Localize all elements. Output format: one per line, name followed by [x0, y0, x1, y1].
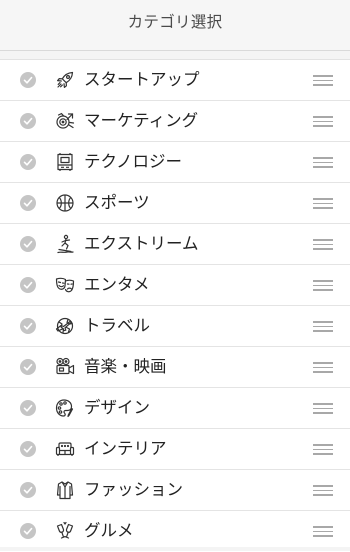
category-row-entertainment[interactable]: エンタメ — [0, 265, 350, 306]
category-label: テクノロジー — [84, 152, 183, 171]
category-label: インテリア — [84, 439, 167, 458]
drag-handle-icon[interactable] — [313, 526, 333, 537]
category-row-travel[interactable]: トラベル — [0, 306, 350, 347]
sofa-icon — [55, 439, 75, 459]
checkmark-icon[interactable] — [20, 113, 36, 129]
rocket-icon — [55, 70, 75, 90]
page-title: カテゴリ選択 — [127, 13, 223, 31]
checkmark-icon[interactable] — [20, 359, 36, 375]
movie-camera-icon — [55, 357, 75, 377]
shirt-icon — [55, 480, 75, 500]
checkmark-icon[interactable] — [20, 154, 36, 170]
drag-handle-icon[interactable] — [313, 321, 333, 332]
category-label: 音楽・映画 — [84, 357, 167, 376]
checkmark-icon[interactable] — [20, 482, 36, 498]
sports-ball-icon — [55, 193, 75, 213]
checkmark-icon[interactable] — [20, 277, 36, 293]
checkmark-icon[interactable] — [20, 318, 36, 334]
category-label: トラベル — [84, 316, 150, 335]
category-row-fashion[interactable]: ファッション — [0, 470, 350, 511]
checkmark-icon[interactable] — [20, 523, 36, 539]
technology-icon — [55, 152, 75, 172]
theater-masks-icon — [55, 275, 75, 295]
drag-handle-icon[interactable] — [313, 239, 333, 250]
checkmark-icon[interactable] — [20, 72, 36, 88]
drag-handle-icon[interactable] — [313, 403, 333, 414]
checkmark-icon[interactable] — [20, 400, 36, 416]
drag-handle-icon[interactable] — [313, 485, 333, 496]
drag-handle-icon[interactable] — [313, 198, 333, 209]
category-row-extreme[interactable]: エクストリーム — [0, 224, 350, 265]
category-list: スタートアップ マーケティング テクノロジー スポーツ エクストリーム エンタメ… — [0, 59, 350, 552]
navigation-header: カテゴリ選択 — [0, 0, 350, 51]
checkmark-icon[interactable] — [20, 441, 36, 457]
category-row-design[interactable]: デザイン — [0, 388, 350, 429]
drag-handle-icon[interactable] — [313, 280, 333, 291]
category-label: エンタメ — [84, 275, 150, 294]
category-label: マーケティング — [84, 111, 199, 130]
drag-handle-icon[interactable] — [313, 444, 333, 455]
list-footer-space — [0, 547, 350, 551]
wine-glasses-icon — [55, 521, 75, 541]
palette-icon — [55, 398, 75, 418]
category-row-music-movies[interactable]: 音楽・映画 — [0, 347, 350, 388]
drag-handle-icon[interactable] — [313, 157, 333, 168]
category-label: スポーツ — [84, 193, 150, 212]
category-row-marketing[interactable]: マーケティング — [0, 101, 350, 142]
drag-handle-icon[interactable] — [313, 116, 333, 127]
category-label: デザイン — [84, 398, 150, 417]
drag-handle-icon[interactable] — [313, 362, 333, 373]
checkmark-icon[interactable] — [20, 236, 36, 252]
category-row-gourmet[interactable]: グルメ — [0, 511, 350, 552]
category-label: スタートアップ — [84, 70, 200, 89]
checkmark-icon[interactable] — [20, 195, 36, 211]
marketing-icon — [55, 111, 75, 131]
travel-globe-icon — [55, 316, 75, 336]
extreme-icon — [55, 234, 75, 254]
category-row-sports[interactable]: スポーツ — [0, 183, 350, 224]
category-row-interior[interactable]: インテリア — [0, 429, 350, 470]
category-label: グルメ — [84, 521, 134, 540]
drag-handle-icon[interactable] — [313, 75, 333, 86]
category-label: エクストリーム — [84, 234, 199, 253]
category-label: ファッション — [84, 480, 183, 499]
category-row-technology[interactable]: テクノロジー — [0, 142, 350, 183]
category-row-startup[interactable]: スタートアップ — [0, 60, 350, 101]
